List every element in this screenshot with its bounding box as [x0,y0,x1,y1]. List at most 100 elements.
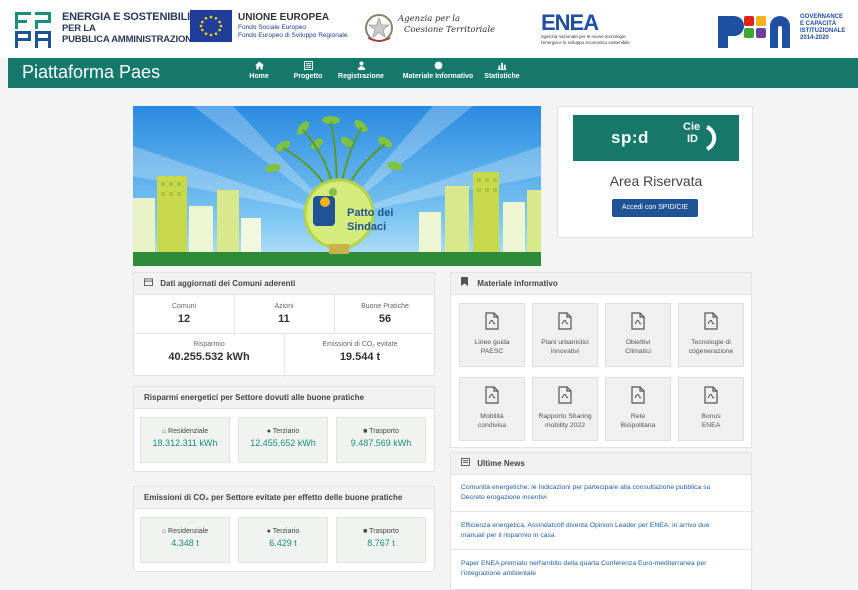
material-tile[interactable]: Rete Bicipolitana [605,377,671,441]
sector-label: Terziario [272,528,300,535]
news-item[interactable]: Comunità energetiche: le Indicazioni per… [461,483,741,503]
stat-risparmio-value: 40.255.532 kWh [168,351,250,363]
material-tile[interactable]: Piani urbanistici innovativi [532,303,598,367]
partner-logos-bar: ENERGIA E SOSTENIBILITÀ PER LA PUBBLICA … [0,0,858,58]
material-tile[interactable]: Rapporto Sharing mobility 2022 [532,377,598,441]
divider [451,511,753,512]
hero-image: Patto dei Sindaci [133,106,541,266]
info-material-title: Materiale informativo [477,279,558,288]
material-tile[interactable]: Tecnologie di cogenerazione [678,303,744,367]
latest-news-title: Ultime News [477,459,525,468]
sector-value: 4.348 t [171,538,199,548]
fespa-line2: PER LA [62,23,96,34]
savings-sector-trasporto: ■ Trasporto 9.487.569 kWh [336,417,426,463]
hero-caption-line2: Sindaci [347,221,386,233]
user-icon [338,61,384,73]
material-line2: PAESC [480,348,504,355]
news-line2: manuali per il risparmio in casa [461,532,555,539]
pon-line4: 2014-2020 [800,35,829,41]
material-line2: condivisa [477,422,507,429]
enea-logo-word: ENEA [541,10,599,35]
stat-comuni-label: Comuni [171,303,197,310]
nav-statistiche[interactable]: Statistiche [484,61,520,80]
stat-buone-pratiche: Buone Pratiche 56 [334,303,436,325]
agency-logo-text: Agenzia per la Coesione Territoriale [398,14,495,36]
spid-logo-text: sp:d [611,128,649,147]
hero-illustration: Patto dei Sindaci [133,106,541,266]
stat-azioni-label: Azioni [274,303,294,310]
nav-statistiche-label: Statistiche [484,73,520,80]
nav-materiale-informativo[interactable]: Materiale Informativo [398,61,478,80]
municipalities-data-panel: Dati aggiornati dei Comuni aderenti Comu… [133,272,436,377]
material-line2: ENEA [701,422,721,429]
truck-icon: ■ [363,428,368,435]
emissions-sector-residenziale: ⌂ Residenziale 4.348 t [140,517,230,563]
pon-line1: GOVERNANCE [800,14,844,20]
material-tile[interactable]: Obiettivi Climatici [605,303,671,367]
stat-emissioni: Emissioni di CO₂ evitate 19.544 t [284,341,436,363]
material-line2: innovativi [550,348,580,355]
main-navbar: Piattaforma Paes Home Progetto Registraz… [8,58,858,88]
nav-home[interactable]: Home [244,61,274,80]
material-line1: Piani urbanistici [541,339,589,346]
emissions-sector-trasporto: ■ Trasporto 8.767 t [336,517,426,563]
material-tile-label: Linee guida PAESC [460,338,524,356]
enea-logo-subtitle: Agenzia nazionale per le nuove tecnologi… [541,34,651,46]
sector-label: Residenziale [168,428,209,435]
stat-risparmio: Risparmio 40.255.532 kWh [134,341,284,363]
eu-logo-text: UNIONE EUROPEA Fondo Sociale Europeo Fon… [238,12,348,40]
news-item[interactable]: Paper ENEA premiato nell'ambito della qu… [461,559,741,579]
stat-risparmio-label: Risparmio [193,341,225,348]
material-tile[interactable]: Mobilità condivisa [459,377,525,441]
sector-value: 6.429 t [269,538,297,548]
reserved-area-box: sp:d Cie ID Area Riservata Accedi con SP… [557,106,753,238]
eu-title: UNIONE EUROPEA [238,12,330,23]
bar-chart-icon [484,61,520,73]
material-tile[interactable]: Linee guida PAESC [459,303,525,367]
spid-cie-banner: sp:d Cie ID [573,115,739,161]
nav-registrazione[interactable]: Registrazione [338,61,384,80]
list-icon [292,61,324,73]
nav-home-label: Home [249,73,269,80]
cie-mark-icon [706,125,717,151]
savings-sector-terziario: ● Terziario 12.455.652 kWh [238,417,328,463]
municipalities-data-title: Dati aggiornati dei Comuni aderenti [160,279,296,288]
info-material-header: Materiale informativo [451,273,751,295]
sector-label: Terziario [272,428,300,435]
stat-emissioni-label: Emissioni di CO₂ evitate [322,341,398,348]
material-tile[interactable]: Bonus ENEA [678,377,744,441]
fespa-logo-text: ENERGIA E SOSTENIBILITÀ PER LA PUBBLICA … [62,12,204,46]
material-line1: Tecnologie di [691,339,731,346]
pdf-file-icon [630,312,646,334]
material-line1: Rapporto Sharing [538,413,592,420]
stat-pratiche-value: 56 [378,313,392,325]
pdf-file-icon [557,386,573,408]
bookmark-icon [461,273,471,295]
material-line2: Bicipolitana [620,422,656,429]
pdf-file-icon [703,312,719,334]
news-line1: Paper ENEA premiato nell'ambito della qu… [461,560,707,567]
savings-sector-residenziale: ⌂ Residenziale 18.312.311 kWh [140,417,230,463]
material-line1: Mobilità [480,413,504,420]
newspaper-icon [461,453,471,475]
sector-value: 12.455.652 kWh [250,438,316,448]
sector-label: Trasporto [369,528,399,535]
sector-value: 9.487.569 kWh [350,438,412,448]
pdf-file-icon [703,386,719,408]
material-tile-label: Bonus ENEA [679,412,743,430]
brand-title[interactable]: Piattaforma Paes [22,62,160,83]
emissions-title: Emissioni di CO₂ per Settore evitate per… [134,487,434,509]
eu-line3: Fondo Europeo di Sviluppo Regionale [238,32,348,39]
material-tile-label: Rete Bicipolitana [606,412,670,430]
emissions-panel: Emissioni di CO₂ per Settore evitate per… [133,486,435,572]
material-tile-label: Mobilità condivisa [460,412,524,430]
stat-azioni: Azioni 11 [234,303,334,325]
news-item[interactable]: Efficienza energetica, Assindatcolf dive… [461,521,741,541]
spid-login-button[interactable]: Accedi con SPID/CIE [612,199,698,217]
nav-progetto-label: Progetto [293,73,323,80]
sector-value: 8.767 t [367,538,395,548]
nav-progetto[interactable]: Progetto [292,61,324,80]
enea-sub2: l'energia e lo sviluppo economico sosten… [541,40,630,45]
news-line2: Decreto erogazione incentivi [461,494,547,501]
stat-azioni-value: 11 [278,313,290,325]
